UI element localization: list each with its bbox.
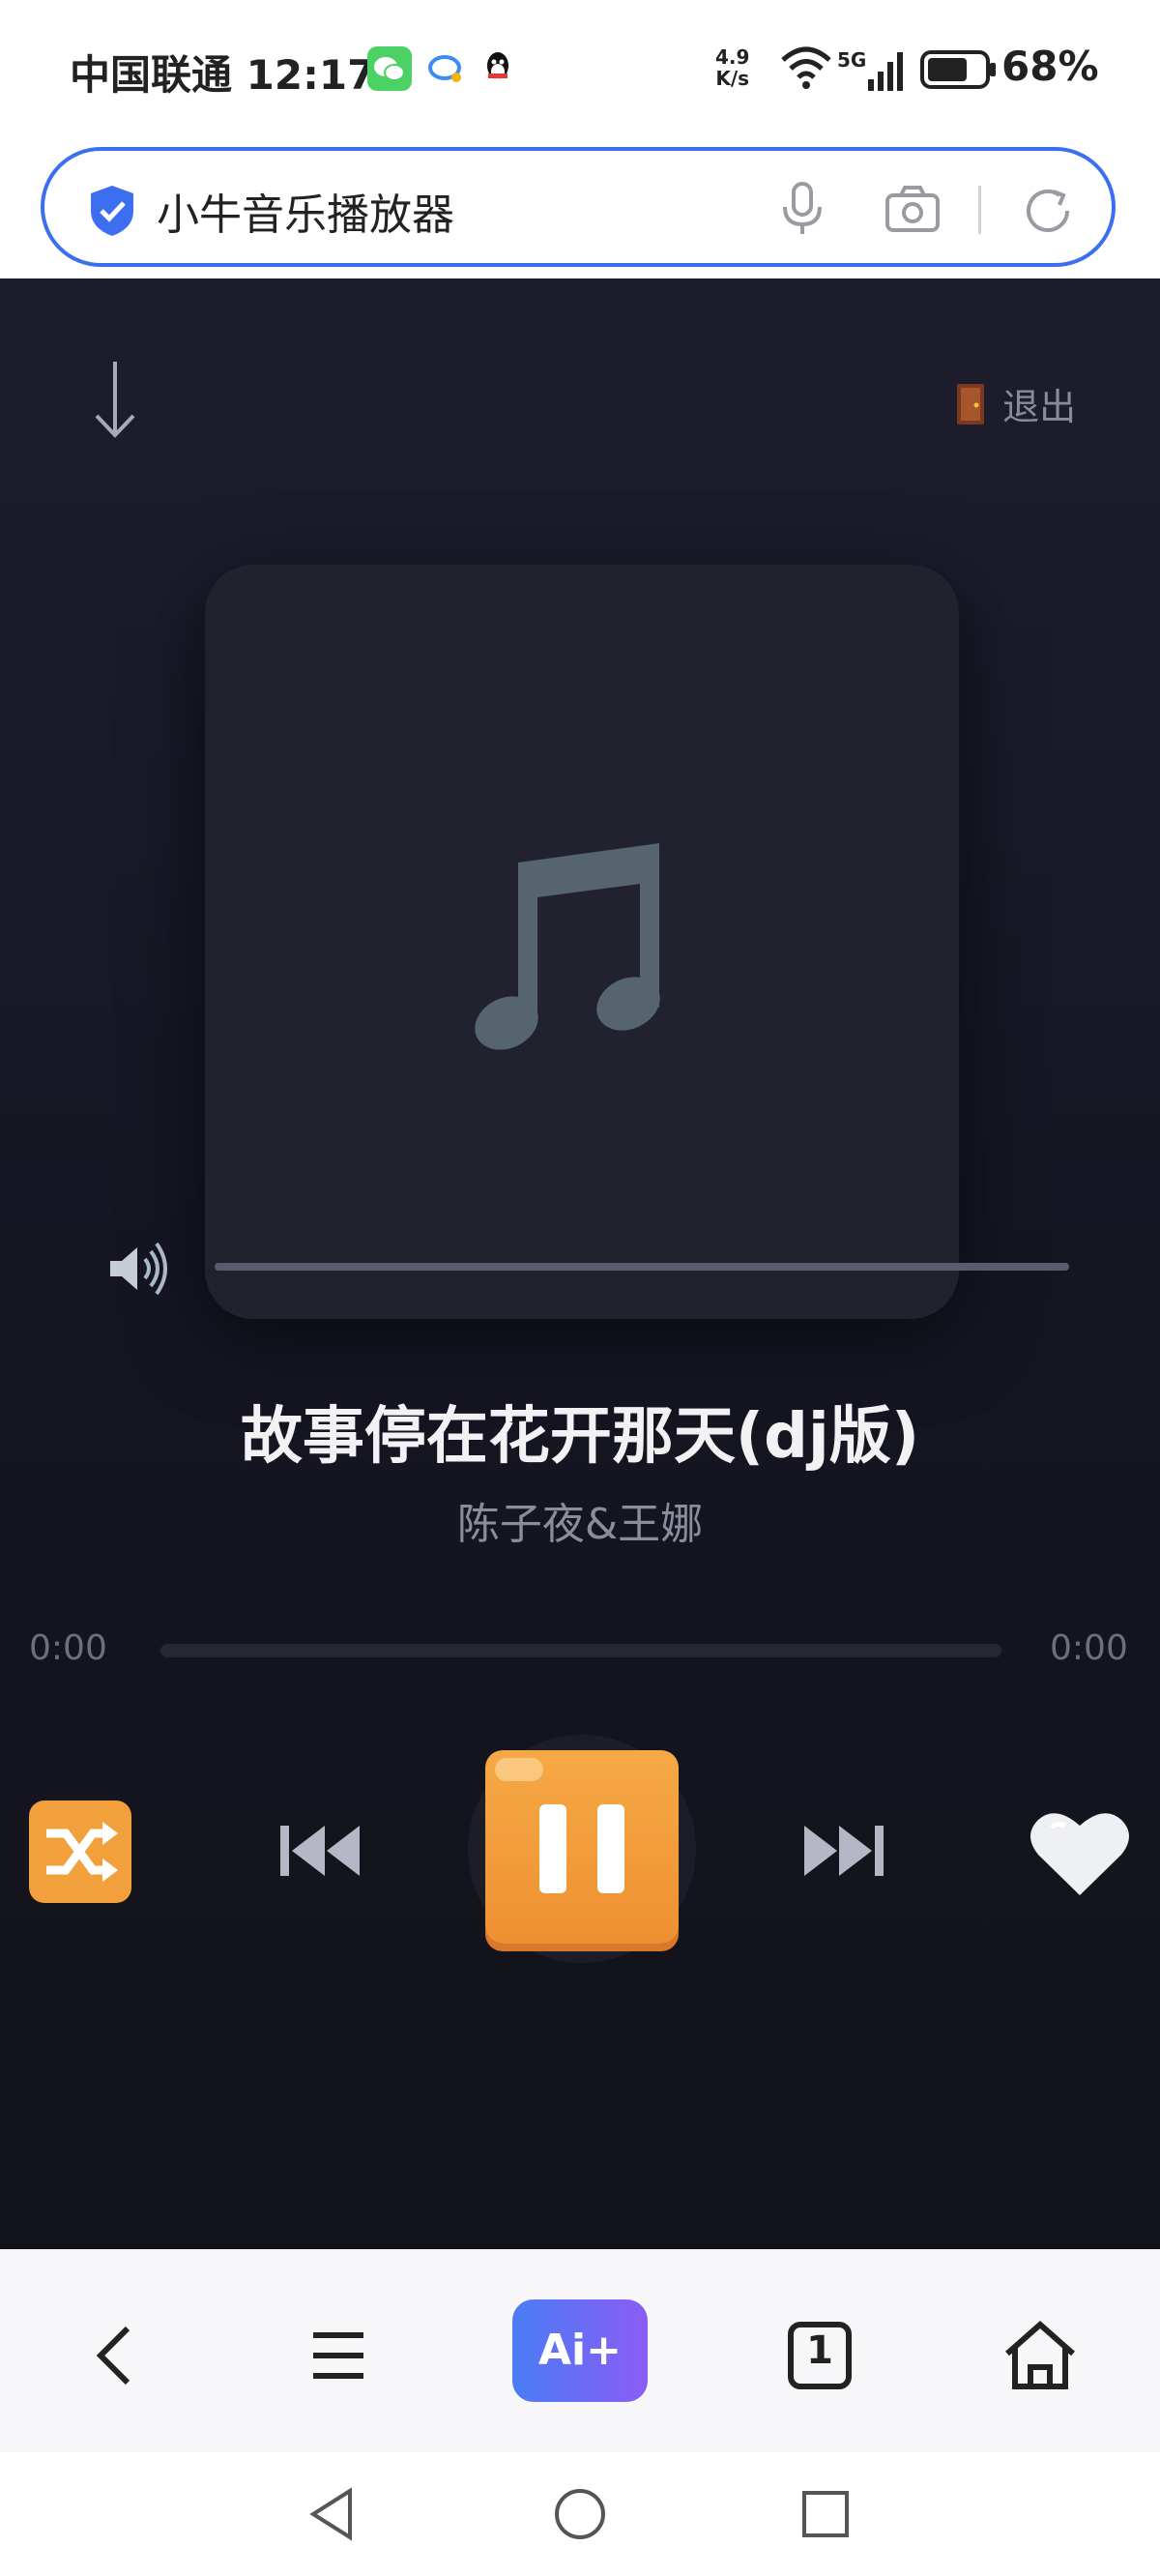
network-speed: 4.9 K/s [715,46,749,89]
carrier-time: 中国联通 12:17 [70,43,375,102]
previous-track-icon[interactable] [276,1820,363,1882]
total-time: 0:00 [1050,1628,1128,1668]
address-bar[interactable]: 小牛音乐播放器 [41,147,1116,267]
system-back-icon[interactable] [302,2483,363,2545]
current-time: 0:00 [29,1628,107,1668]
battery-percent: 68% [1001,43,1099,90]
song-title: 故事停在花开那天(dj版) [240,1401,920,1473]
browser-toolbar: Ai+ 1 [0,2249,1160,2452]
door-icon [957,383,984,424]
collapse-down-arrow-icon[interactable] [81,356,149,443]
ai-assistant-button[interactable]: Ai+ [512,2299,648,2402]
wifi-icon [781,46,831,89]
volume-slider[interactable] [215,1263,1069,1271]
system-navigation-bar [0,2452,1160,2576]
qq-notification-icon [476,46,520,91]
page-title-text: 小牛音乐播放器 [157,190,454,240]
message-notification-icon [423,46,468,91]
song-artist: 陈子夜&王娜 [456,1500,704,1549]
shuffle-icon [46,1822,118,1882]
album-cover [205,565,959,1319]
white-heart-favorite-icon[interactable] [1029,1806,1131,1899]
battery-icon [920,50,996,89]
cellular-signal-icon [868,52,903,91]
system-home-icon[interactable] [549,2483,611,2545]
microphone-icon[interactable] [779,180,826,238]
menu-icon[interactable] [302,2317,379,2394]
pause-icon [495,1758,624,1893]
music-player: 退出 故事停在花开那天(dj版) 陈子夜&王娜 0:00 0:00 [0,278,1160,2249]
system-recent-apps-icon[interactable] [795,2483,856,2545]
home-icon[interactable] [1001,2317,1079,2394]
playback-progress-bar[interactable] [160,1644,1001,1657]
status-bar: 中国联通 12:17 4.9 K/s 5G 68% [0,0,1160,143]
network-speed-value: 4.9 [715,45,750,69]
tabs-button[interactable]: 1 [781,2317,858,2394]
clock: 12:17 [246,51,376,99]
wechat-notification-icon [367,46,412,91]
back-chevron-icon[interactable] [77,2317,155,2394]
camera-icon[interactable] [884,184,942,234]
network-speed-unit: K/s [715,67,750,90]
pause-button[interactable] [485,1750,679,1944]
next-track-icon[interactable] [800,1820,887,1882]
tab-count: 1 [806,2328,833,2373]
refresh-icon[interactable] [1021,184,1075,238]
speaker-volume-icon[interactable] [104,1236,170,1302]
security-shield-icon [91,186,133,236]
exit-button[interactable]: 退出 [953,377,1077,428]
exit-label: 退出 [1002,386,1077,428]
shuffle-button[interactable] [29,1800,131,1903]
music-note-icon [475,843,660,1050]
address-divider [978,186,981,234]
carrier-name: 中国联通 [70,51,233,99]
